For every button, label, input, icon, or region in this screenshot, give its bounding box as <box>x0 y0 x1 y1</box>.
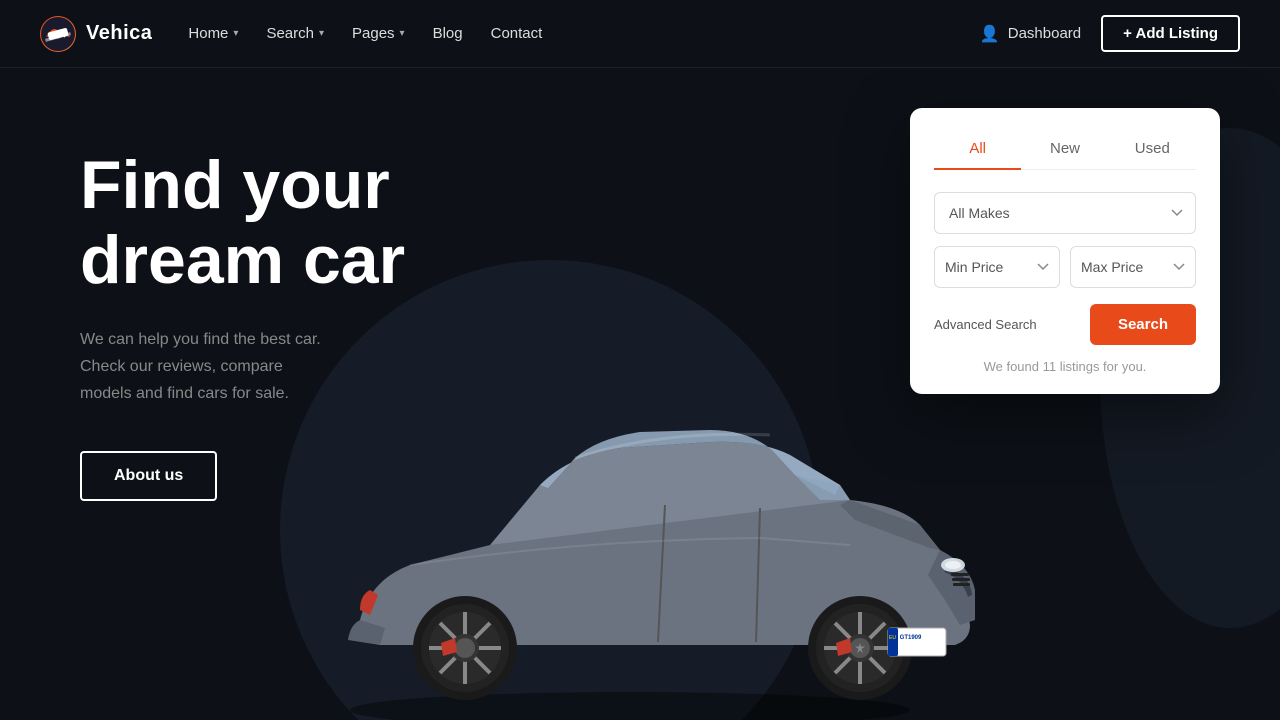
chevron-down-icon: ▾ <box>233 28 238 39</box>
svg-text:EU: EU <box>889 635 896 641</box>
dashboard-label: Dashboard <box>1008 25 1081 42</box>
chevron-down-icon: ▾ <box>319 28 324 39</box>
user-icon: 👤 <box>980 24 1000 44</box>
min-price-select[interactable]: Min Price $5,000 $10,000 $20,000 $30,000 <box>934 246 1060 288</box>
add-listing-button[interactable]: + Add Listing <box>1101 15 1240 52</box>
logo-icon <box>40 16 76 52</box>
navbar: Vehica Home ▾ Search ▾ Pages ▾ Blog Cont… <box>0 0 1280 68</box>
nav-home-label: Home <box>188 25 228 42</box>
car-image: S GT1909 EU <box>280 310 980 720</box>
search-widget-footer: We found 11 listings for you. <box>934 359 1196 374</box>
makes-select[interactable]: All Makes BMW Mercedes Audi Toyota <box>934 192 1196 234</box>
logo-svg <box>41 17 75 51</box>
chevron-down-icon: ▾ <box>400 28 405 39</box>
tab-all[interactable]: All <box>934 132 1021 169</box>
nav-item-home[interactable]: Home ▾ <box>188 21 238 46</box>
nav-left: Vehica Home ▾ Search ▾ Pages ▾ Blog Cont… <box>40 16 542 52</box>
advanced-search-link[interactable]: Advanced Search <box>934 317 1037 332</box>
search-button[interactable]: Search <box>1090 304 1196 345</box>
hero-section: Find your dream car We can help you find… <box>0 68 1280 720</box>
nav-item-search[interactable]: Search ▾ <box>266 21 324 46</box>
add-listing-label: + Add Listing <box>1123 25 1218 42</box>
nav-right: 👤 Dashboard + Add Listing <box>980 15 1240 52</box>
nav-blog-label: Blog <box>433 25 463 42</box>
hero-title: Find your dream car <box>80 148 405 298</box>
svg-text:S GT1909: S GT1909 <box>894 635 922 641</box>
brand-name: Vehica <box>86 22 152 45</box>
dashboard-link[interactable]: 👤 Dashboard <box>980 24 1081 44</box>
nav-menu: Home ▾ Search ▾ Pages ▾ Blog Contact <box>188 21 542 46</box>
nav-item-blog[interactable]: Blog <box>433 21 463 46</box>
search-tabs: All New Used <box>934 132 1196 170</box>
nav-item-pages[interactable]: Pages ▾ <box>352 21 405 46</box>
nav-search-label: Search <box>266 25 314 42</box>
nav-pages-label: Pages <box>352 25 395 42</box>
search-actions: Advanced Search Search <box>934 304 1196 345</box>
logo[interactable]: Vehica <box>40 16 152 52</box>
about-us-button[interactable]: About us <box>80 451 217 501</box>
search-widget: All New Used All Makes BMW Mercedes Audi… <box>910 108 1220 394</box>
tab-new[interactable]: New <box>1021 132 1108 169</box>
nav-contact-label: Contact <box>491 25 543 42</box>
car-svg: S GT1909 EU <box>280 310 980 720</box>
tab-used[interactable]: Used <box>1109 132 1196 169</box>
price-row: Min Price $5,000 $10,000 $20,000 $30,000… <box>934 246 1196 288</box>
max-price-select[interactable]: Max Price $20,000 $40,000 $60,000 $100,0… <box>1070 246 1196 288</box>
nav-item-contact[interactable]: Contact <box>491 21 543 46</box>
